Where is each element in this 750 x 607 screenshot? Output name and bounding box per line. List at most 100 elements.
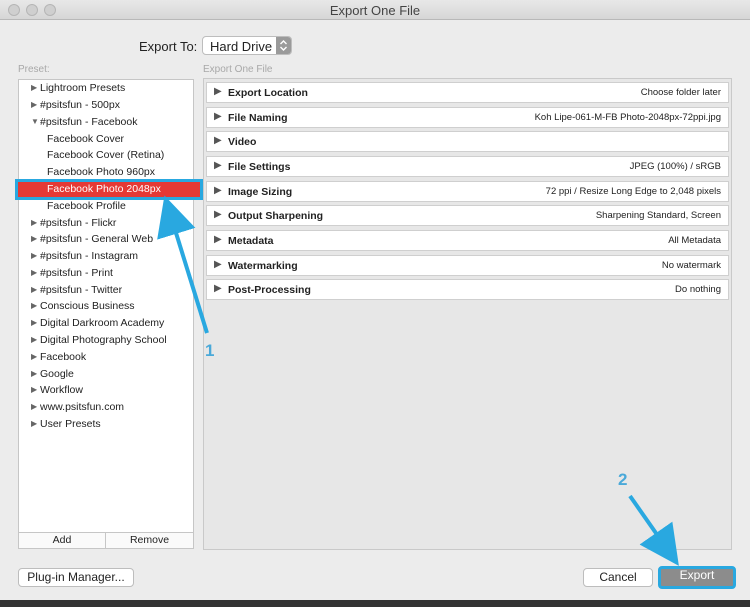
background-strip: [0, 600, 750, 607]
preset-facebook-photo-960px[interactable]: Facebook Photo 960px: [19, 164, 193, 180]
section-output-sharpening[interactable]: ▶ Output Sharpening Sharpening Standard,…: [206, 205, 729, 226]
expand-triangle-icon[interactable]: ▶: [31, 366, 39, 382]
preset-label-text: Workflow: [40, 384, 83, 396]
expand-triangle-icon[interactable]: ▶: [31, 282, 39, 298]
expand-triangle-icon[interactable]: ▶: [31, 215, 39, 231]
preset-folder-psitsfun-flickr[interactable]: ▶ #psitsfun - Flickr: [19, 215, 193, 231]
expand-triangle-icon[interactable]: ▶: [214, 160, 222, 171]
preset-facebook-photo-2048px[interactable]: Facebook Photo 2048px: [15, 179, 203, 200]
preset-label-text: Facebook Profile: [47, 200, 126, 212]
section-metadata[interactable]: ▶ Metadata All Metadata: [206, 230, 729, 251]
add-preset-button[interactable]: Add: [19, 533, 106, 548]
expand-triangle-icon[interactable]: ▶: [31, 349, 39, 365]
title-bar: Export One File: [0, 0, 750, 20]
preset-label-text: Google: [40, 368, 74, 380]
expand-triangle-icon[interactable]: ▶: [31, 248, 39, 264]
expand-triangle-icon[interactable]: ▶: [31, 231, 39, 247]
preset-folder-google[interactable]: ▶ Google: [19, 366, 193, 382]
section-summary: No watermark: [661, 260, 721, 271]
section-title: File Naming: [228, 112, 288, 124]
expand-triangle-icon[interactable]: ▶: [31, 80, 39, 96]
section-summary: All Metadata: [668, 235, 721, 246]
expand-triangle-icon[interactable]: ▶: [214, 135, 222, 146]
section-title: Output Sharpening: [228, 210, 324, 222]
section-export-location[interactable]: ▶ Export Location Choose folder later: [206, 82, 729, 103]
preset-folder-www-psitsfun-com[interactable]: ▶ www.psitsfun.com: [19, 399, 193, 415]
expand-triangle-icon[interactable]: ▶: [31, 298, 39, 314]
preset-label-text: #psitsfun - 500px: [40, 99, 120, 111]
preset-facebook-cover[interactable]: Facebook Cover: [19, 131, 193, 147]
section-watermarking[interactable]: ▶ Watermarking No watermark: [206, 255, 729, 276]
preset-folder-digital-photography-school[interactable]: ▶ Digital Photography School: [19, 332, 193, 348]
preset-label-text: www.psitsfun.com: [40, 401, 125, 413]
select-stepper-icon: [276, 37, 291, 54]
expand-triangle-icon[interactable]: ▶: [31, 382, 39, 398]
expand-triangle-icon[interactable]: ▶: [214, 234, 222, 245]
remove-preset-button[interactable]: Remove: [106, 533, 193, 548]
export-panel-label: Export One File: [203, 64, 273, 75]
collapse-triangle-icon[interactable]: ▼: [31, 114, 39, 130]
expand-triangle-icon[interactable]: ▶: [31, 332, 39, 348]
expand-triangle-icon[interactable]: ▶: [31, 416, 39, 432]
section-title: Video: [228, 136, 257, 148]
preset-label-text: Digital Darkroom Academy: [40, 317, 165, 329]
expand-triangle-icon[interactable]: ▶: [214, 111, 222, 122]
section-file-naming[interactable]: ▶ File Naming Koh Lipe-061-M-FB Photo-20…: [206, 107, 729, 128]
export-settings-panel: ▶ Export Location Choose folder later ▶ …: [203, 78, 732, 550]
preset-folder-digital-darkroom-academy[interactable]: ▶ Digital Darkroom Academy: [19, 315, 193, 331]
preset-folder-psitsfun-instagram[interactable]: ▶ #psitsfun - Instagram: [19, 248, 193, 264]
preset-folder-psitsfun-facebook[interactable]: ▼ #psitsfun - Facebook: [19, 114, 193, 130]
preset-label-text: Facebook Cover: [47, 133, 125, 145]
section-video[interactable]: ▶ Video: [206, 131, 729, 152]
cancel-button[interactable]: Cancel: [583, 568, 653, 587]
section-summary: JPEG (100%) / sRGB: [629, 161, 721, 172]
section-title: Image Sizing: [228, 186, 293, 198]
window-title: Export One File: [329, 3, 421, 18]
expand-triangle-icon[interactable]: ▶: [31, 399, 39, 415]
expand-triangle-icon[interactable]: ▶: [31, 97, 39, 113]
preset-label-text: Facebook Photo 960px: [47, 166, 155, 178]
preset-folder-psitsfun-twitter[interactable]: ▶ #psitsfun - Twitter: [19, 282, 193, 298]
preset-folder-psitsfun-print[interactable]: ▶ #psitsfun - Print: [19, 265, 193, 281]
section-summary: Choose folder later: [640, 87, 721, 98]
section-summary: Do nothing: [675, 284, 721, 295]
plugin-manager-button[interactable]: Plug-in Manager...: [18, 568, 134, 587]
section-title: Export Location: [228, 87, 308, 99]
preset-folder-conscious-business[interactable]: ▶ Conscious Business: [19, 298, 193, 314]
preset-folder-workflow[interactable]: ▶ Workflow: [19, 382, 193, 398]
export-button[interactable]: Export: [658, 566, 736, 589]
preset-folder-psitsfun-general-web[interactable]: ▶ #psitsfun - General Web: [19, 231, 193, 247]
section-post-processing[interactable]: ▶ Post-Processing Do nothing: [206, 279, 729, 300]
preset-label-text: Facebook Photo 2048px: [47, 183, 161, 195]
preset-label-text: Digital Photography School: [40, 334, 167, 346]
expand-triangle-icon[interactable]: ▶: [214, 259, 222, 270]
preset-label-text: #psitsfun - Twitter: [40, 284, 123, 296]
expand-triangle-icon[interactable]: ▶: [31, 315, 39, 331]
preset-label-text: #psitsfun - Instagram: [40, 250, 139, 262]
preset-folder-psitsfun-500px[interactable]: ▶ #psitsfun - 500px: [19, 97, 193, 113]
expand-triangle-icon[interactable]: ▶: [214, 185, 222, 196]
expand-triangle-icon[interactable]: ▶: [214, 86, 222, 97]
expand-triangle-icon[interactable]: ▶: [214, 209, 222, 220]
preset-label-text: #psitsfun - General Web: [40, 233, 154, 245]
section-file-settings[interactable]: ▶ File Settings JPEG (100%) / sRGB: [206, 156, 729, 177]
annotation-number-1: 1: [205, 341, 215, 360]
preset-label-text: #psitsfun - Flickr: [40, 217, 117, 229]
expand-triangle-icon[interactable]: ▶: [214, 283, 222, 294]
section-title: File Settings: [228, 161, 291, 173]
expand-triangle-icon[interactable]: ▶: [31, 265, 39, 281]
preset-folder-user-presets[interactable]: ▶ User Presets: [19, 416, 193, 432]
preset-facebook-profile[interactable]: Facebook Profile: [19, 198, 193, 214]
preset-list: ▶ Lightroom Presets ▶ #psitsfun - 500px …: [15, 79, 203, 533]
export-destination-value: Hard Drive: [210, 39, 273, 54]
preset-folder-facebook[interactable]: ▶ Facebook: [19, 349, 193, 365]
preset-folder-lightroom-presets[interactable]: ▶ Lightroom Presets: [19, 80, 193, 96]
preset-label-text: User Presets: [40, 418, 101, 430]
export-destination-select[interactable]: Hard Drive: [202, 36, 292, 55]
annotation-number-2: 2: [618, 470, 628, 489]
section-summary: Koh Lipe-061-M-FB Photo-2048px-72ppi.jpg: [534, 112, 721, 123]
section-title: Post-Processing: [228, 284, 311, 296]
preset-label-text: Facebook: [40, 351, 87, 363]
preset-facebook-cover-retina[interactable]: Facebook Cover (Retina): [19, 147, 193, 163]
section-image-sizing[interactable]: ▶ Image Sizing 72 ppi / Resize Long Edge…: [206, 181, 729, 202]
